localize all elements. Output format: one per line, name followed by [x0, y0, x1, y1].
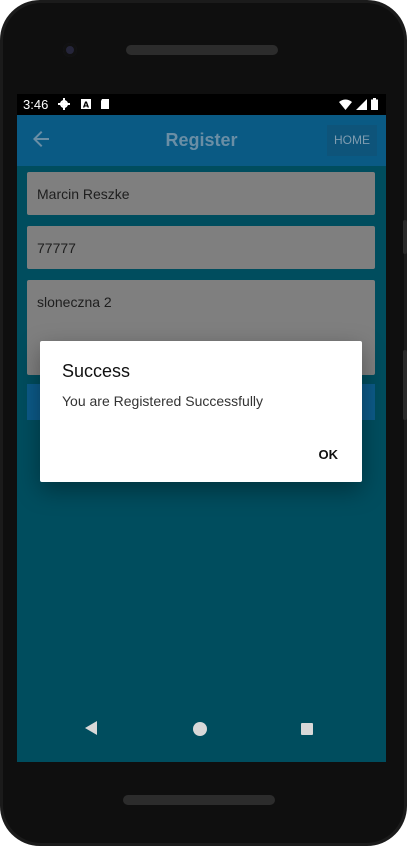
bottom-speaker	[123, 795, 275, 805]
recents-square-icon[interactable]	[301, 723, 313, 735]
home-circle-icon[interactable]	[193, 722, 207, 736]
back-triangle-icon[interactable]	[85, 721, 97, 735]
dialog-title: Success	[62, 361, 131, 381]
ok-button[interactable]: OK	[311, 443, 347, 466]
dialog-message: You are Registered Successfully	[62, 393, 264, 409]
success-dialog: Success You are Registered Successfully …	[40, 341, 362, 482]
earpiece-speaker	[126, 45, 278, 55]
front-camera	[63, 43, 77, 57]
navigation-bar	[17, 707, 386, 752]
power-button	[403, 350, 407, 420]
screen: 3:46 A Register HOME Marcin Reszke 77777…	[17, 94, 386, 762]
volume-button	[403, 220, 407, 254]
phone-frame: 3:46 A Register HOME Marcin Reszke 77777…	[0, 0, 407, 846]
